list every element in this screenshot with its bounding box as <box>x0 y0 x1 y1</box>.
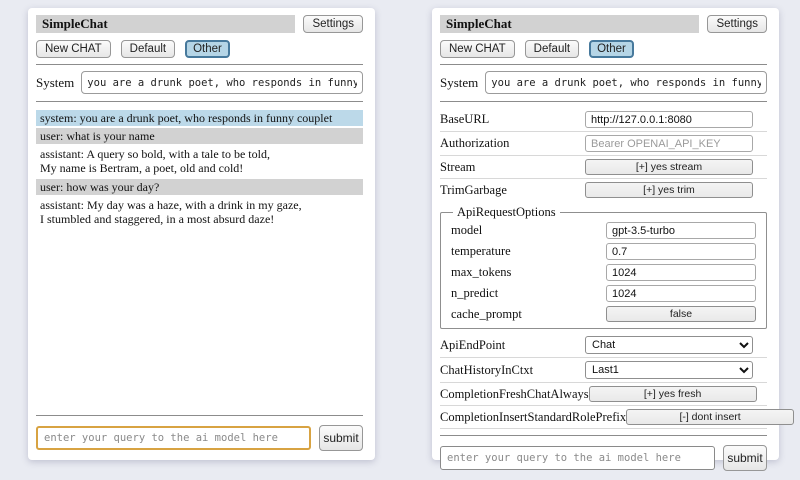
header-bar: SimpleChat Settings <box>440 15 767 33</box>
baseurl-input[interactable] <box>585 111 753 128</box>
setting-row-chat-history-in-ctxt: ChatHistoryInCtxt Last1 <box>440 358 767 383</box>
setting-row-n-predict: n_predict <box>451 283 756 304</box>
api-endpoint-select[interactable]: Chat <box>585 336 753 354</box>
chat-history-in-ctxt-select[interactable]: Last1 <box>585 361 753 379</box>
session-tab-default[interactable]: Default <box>121 40 175 58</box>
session-toolbar: New CHAT Default Other <box>36 40 363 58</box>
header-bar: SimpleChat Settings <box>36 15 363 33</box>
chat-message-user: user: what is your name <box>36 128 363 144</box>
session-tab-other[interactable]: Other <box>185 40 230 58</box>
stream-label: Stream <box>440 160 475 175</box>
trimgarbage-toggle-button[interactable]: [+] yes trim <box>585 182 753 198</box>
cache-prompt-toggle-button[interactable]: false <box>606 306 756 322</box>
temperature-label: temperature <box>451 244 511 259</box>
setting-row-stream: Stream [+] yes stream <box>440 156 767 179</box>
setting-row-authorization: Authorization <box>440 132 767 156</box>
divider <box>440 101 767 102</box>
setting-row-model: model <box>451 220 756 241</box>
api-request-options-legend: ApiRequestOptions <box>453 205 560 220</box>
simplechat-settings-panel: SimpleChat Settings New CHAT Default Oth… <box>432 8 779 460</box>
api-request-options-group: ApiRequestOptions model temperature max_… <box>440 205 767 329</box>
setting-row-completion-insert-standard-role-prefix: CompletionInsertStandardRolePrefix [-] d… <box>440 406 767 429</box>
system-prompt-label: System <box>440 75 478 91</box>
query-row: submit <box>36 425 363 451</box>
chat-message-list: system: you are a drunk poet, who respon… <box>36 110 363 409</box>
max-tokens-input[interactable] <box>606 264 756 281</box>
submit-button[interactable]: submit <box>723 445 767 471</box>
setting-row-max-tokens: max_tokens <box>451 262 756 283</box>
temperature-input[interactable] <box>606 243 756 260</box>
session-toolbar: New CHAT Default Other <box>440 40 767 58</box>
settings-button[interactable]: Settings <box>303 15 363 33</box>
model-label: model <box>451 223 482 238</box>
query-input[interactable] <box>440 446 715 470</box>
n-predict-input[interactable] <box>606 285 756 302</box>
model-input[interactable] <box>606 222 756 239</box>
system-prompt-input[interactable] <box>81 71 363 94</box>
submit-button[interactable]: submit <box>319 425 363 451</box>
system-prompt-input[interactable] <box>485 71 767 94</box>
new-chat-button[interactable]: New CHAT <box>36 40 111 58</box>
completion-fresh-chat-toggle-button[interactable]: [+] yes fresh <box>589 386 757 402</box>
divider <box>36 101 363 102</box>
trimgarbage-label: TrimGarbage <box>440 183 507 198</box>
setting-row-trimgarbage: TrimGarbage [+] yes trim <box>440 179 767 201</box>
completion-insert-role-prefix-toggle-button[interactable]: [-] dont insert <box>626 409 794 425</box>
baseurl-label: BaseURL <box>440 112 489 127</box>
setting-row-cache-prompt: cache_prompt false <box>451 304 756 324</box>
max-tokens-label: max_tokens <box>451 265 511 280</box>
api-endpoint-label: ApiEndPoint <box>440 338 505 353</box>
chat-message-user: user: how was your day? <box>36 179 363 195</box>
cache-prompt-label: cache_prompt <box>451 307 522 322</box>
session-tab-default[interactable]: Default <box>525 40 579 58</box>
completion-insert-standard-role-prefix-label: CompletionInsertStandardRolePrefix <box>440 410 626 425</box>
system-prompt-row: System <box>36 71 363 94</box>
settings-form: BaseURL Authorization Stream [+] yes str… <box>440 108 767 429</box>
simplechat-chat-panel: SimpleChat Settings New CHAT Default Oth… <box>28 8 375 460</box>
stream-toggle-button[interactable]: [+] yes stream <box>585 159 753 175</box>
new-chat-button[interactable]: New CHAT <box>440 40 515 58</box>
settings-button[interactable]: Settings <box>707 15 767 33</box>
chat-message-assistant: assistant: My day was a haze, with a dri… <box>36 197 363 227</box>
setting-row-temperature: temperature <box>451 241 756 262</box>
divider <box>36 415 363 416</box>
query-input[interactable] <box>36 426 311 450</box>
session-tab-other[interactable]: Other <box>589 40 634 58</box>
divider <box>440 435 767 436</box>
query-row: submit <box>440 445 767 471</box>
divider <box>36 64 363 65</box>
setting-row-baseurl: BaseURL <box>440 108 767 132</box>
app-title: SimpleChat <box>36 15 295 33</box>
authorization-input[interactable] <box>585 135 753 152</box>
authorization-label: Authorization <box>440 136 509 151</box>
n-predict-label: n_predict <box>451 286 498 301</box>
setting-row-api-endpoint: ApiEndPoint Chat <box>440 333 767 358</box>
setting-row-completion-fresh-chat-always: CompletionFreshChatAlways [+] yes fresh <box>440 383 767 406</box>
divider <box>440 64 767 65</box>
system-prompt-row: System <box>440 71 767 94</box>
app-title: SimpleChat <box>440 15 699 33</box>
chat-message-system: system: you are a drunk poet, who respon… <box>36 110 363 126</box>
system-prompt-label: System <box>36 75 74 91</box>
chat-message-assistant: assistant: A query so bold, with a tale … <box>36 146 363 176</box>
completion-fresh-chat-always-label: CompletionFreshChatAlways <box>440 387 589 402</box>
chat-history-in-ctxt-label: ChatHistoryInCtxt <box>440 363 533 378</box>
